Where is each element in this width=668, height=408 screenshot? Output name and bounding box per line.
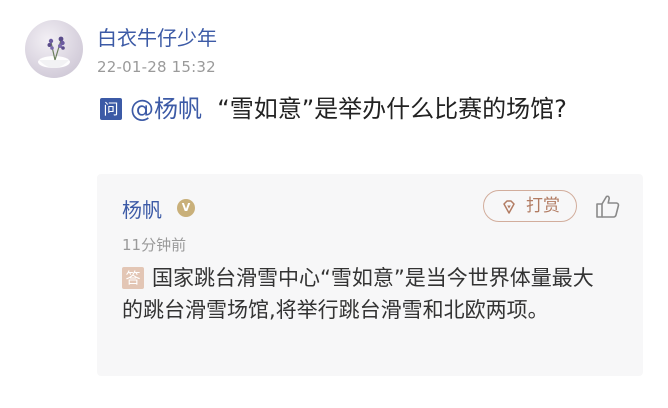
question-text: “雪如意”是举办什么比赛的场馆? — [217, 95, 567, 123]
question-text-block: 问 @杨帆 “雪如意”是举办什么比赛的场馆? — [100, 92, 620, 126]
diamond-icon — [503, 200, 515, 214]
thumbs-up-icon[interactable] — [594, 192, 622, 220]
answer-badge: 答 — [122, 267, 144, 289]
answer-text: 国家跳台滑雪中心“雪如意”是当今世界体量最大的跳台滑雪场馆,将举行跳台滑雪和北欧… — [122, 266, 594, 322]
reward-button[interactable]: 打赏 — [483, 190, 577, 222]
user-avatar[interactable] — [25, 20, 83, 78]
answer-author[interactable]: 杨帆 — [122, 194, 162, 223]
answer-card: 杨帆 V 打赏 11分钟前 答国家跳台滑雪中心“雪如意”是当今世界体量最大的跳台… — [97, 174, 643, 376]
lavender-cup-image — [38, 36, 70, 68]
mention-link[interactable]: @杨帆 — [130, 95, 202, 123]
verified-v-icon: V — [177, 199, 195, 217]
post-username[interactable]: 白衣牛仔少年 — [97, 22, 217, 51]
question-badge: 问 — [100, 98, 122, 120]
post-timestamp: 22-01-28 15:32 — [97, 58, 216, 76]
reward-label: 打赏 — [526, 196, 560, 216]
answer-text-block: 答国家跳台滑雪中心“雪如意”是当今世界体量最大的跳台滑雪场馆,将举行跳台滑雪和北… — [122, 262, 612, 326]
answer-time: 11分钟前 — [122, 236, 187, 254]
